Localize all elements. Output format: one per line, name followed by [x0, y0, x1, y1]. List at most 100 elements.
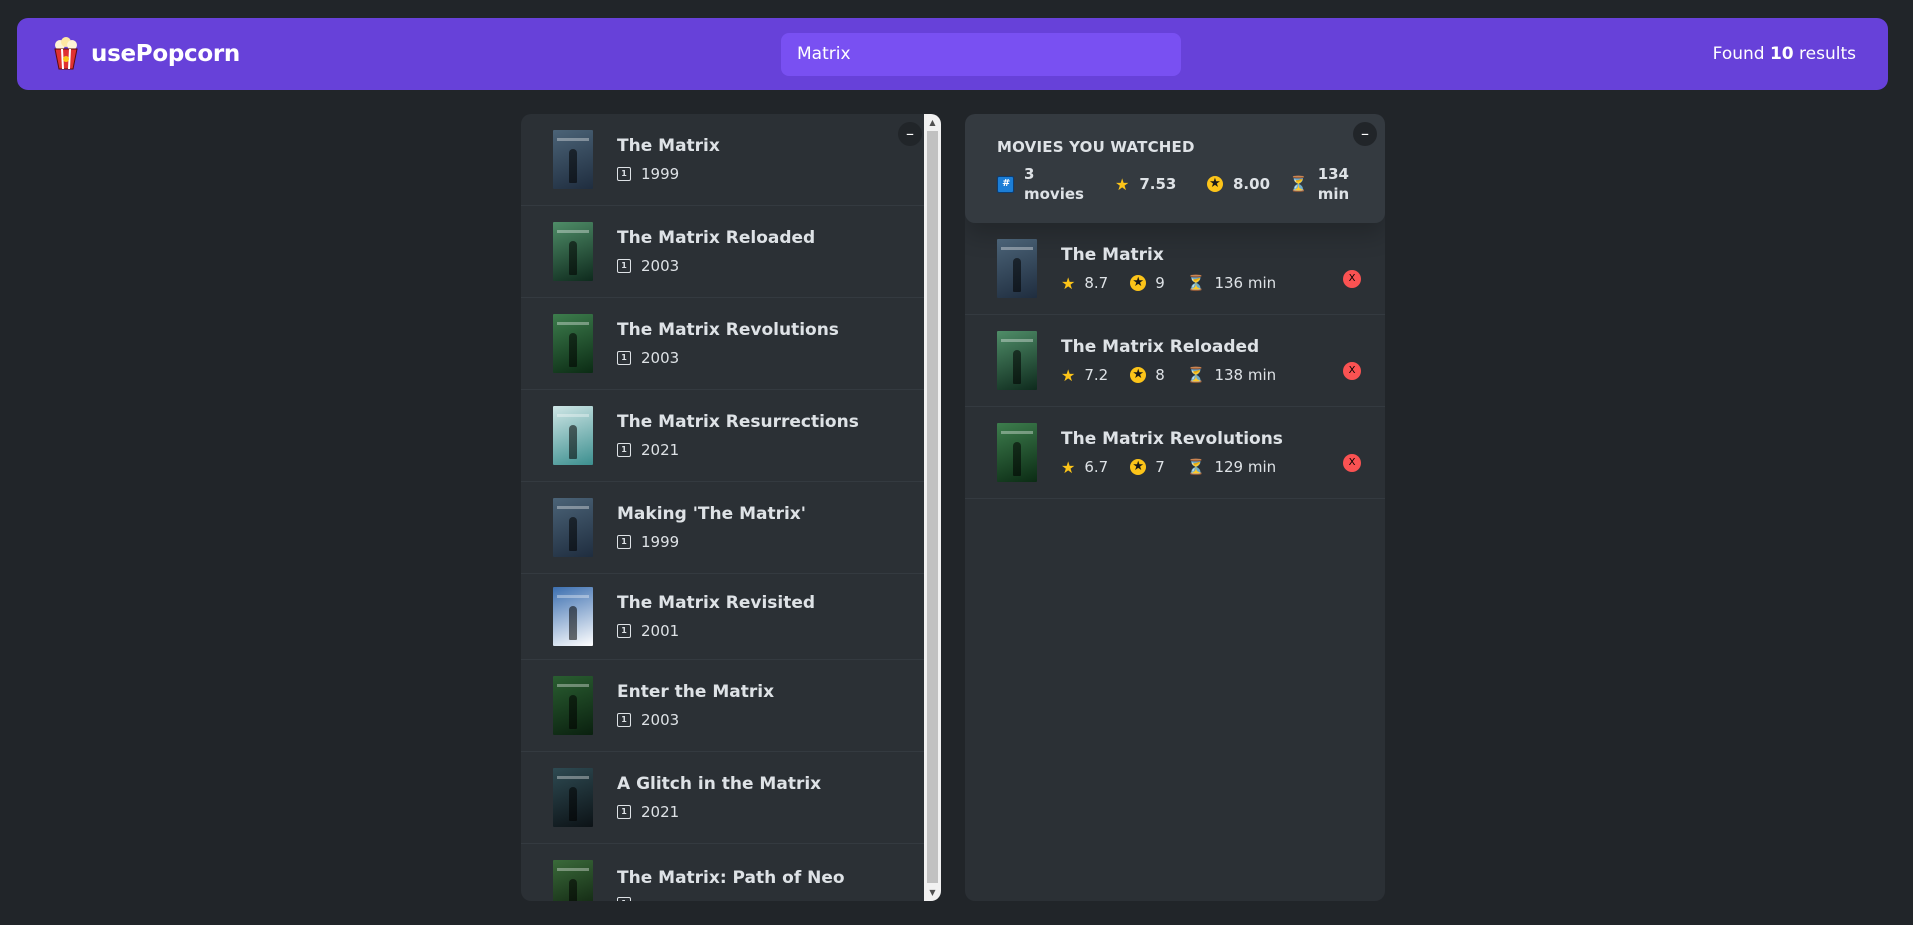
watched-box: – Movies you watched # 3 movies ★ 7.53 ★…: [965, 114, 1385, 901]
scrollbar[interactable]: ▲ ▼: [924, 114, 941, 901]
movie-info: The Matrix: Path of Neo 1: [617, 868, 845, 901]
movie-title: The Matrix Reloaded: [1061, 336, 1260, 357]
imdb-value: 6.7: [1084, 458, 1109, 476]
summary-user-rating: ★ 8.00: [1207, 175, 1289, 193]
star-dark-icon: ★: [1130, 275, 1147, 291]
user-value: 9: [1155, 274, 1165, 292]
movie-poster: [553, 860, 593, 901]
movie-info: The Matrix Resurrections 1 2021: [617, 412, 859, 459]
calendar-icon: 1: [617, 443, 631, 457]
movie-year: 1 1999: [617, 533, 806, 551]
list-item[interactable]: The Matrix Reloaded 1 2003: [521, 206, 941, 298]
hourglass-icon: ⏳: [1186, 274, 1206, 292]
year-value: 2021: [641, 803, 680, 821]
year-value: 2003: [641, 349, 680, 367]
toggle-results-button[interactable]: –: [898, 122, 922, 146]
star-icon: ★: [1061, 365, 1076, 385]
imdb-value: 8.7: [1084, 274, 1109, 292]
delete-button[interactable]: X: [1343, 269, 1361, 288]
delete-button[interactable]: X: [1343, 361, 1361, 380]
calendar-icon: 1: [617, 713, 631, 727]
avg-runtime-value: 134: [1317, 165, 1349, 183]
imdb-rating: ★ 7.2: [1061, 366, 1108, 385]
calendar-icon: 1: [617, 624, 631, 638]
movie-year: 1 2021: [617, 441, 859, 459]
movie-count-label: movies: [1024, 185, 1084, 203]
movie-poster: [997, 239, 1037, 298]
movie-title: The Matrix: [617, 136, 720, 156]
scroll-thumb[interactable]: [927, 131, 938, 883]
movie-poster: [997, 423, 1037, 482]
movie-stats: ★ 8.7 ★ 9 ⏳ 136 min: [1061, 274, 1298, 293]
movie-title: The Matrix: [1061, 244, 1164, 265]
runtime-value: 138 min: [1214, 366, 1277, 384]
user-rating: ★ 7: [1130, 458, 1165, 476]
delete-button[interactable]: X: [1343, 453, 1361, 472]
movie-poster: [553, 498, 593, 557]
imdb-rating: ★ 6.7: [1061, 458, 1108, 477]
star-dark-icon: ★: [1130, 367, 1147, 383]
movie-info: The Matrix Revolutions 1 2003: [617, 320, 839, 367]
results-suffix: results: [1799, 44, 1856, 64]
hourglass-icon: ⏳: [1289, 175, 1308, 193]
movie-poster: [553, 314, 593, 373]
watched-item[interactable]: The Matrix ★ 8.7 ★ 9 ⏳ 136 min X: [965, 223, 1385, 315]
runtime-value: 129 min: [1214, 458, 1277, 476]
toggle-watched-button[interactable]: –: [1353, 122, 1377, 146]
star-dark-icon: ★: [1130, 459, 1147, 475]
star-icon: ★: [1115, 174, 1130, 194]
list-item[interactable]: The Matrix 1 1999: [521, 114, 941, 206]
runtime-value: 136 min: [1214, 274, 1277, 292]
list-item[interactable]: The Matrix Revisited 1 2001: [521, 574, 941, 660]
movie-year: 1: [617, 897, 845, 901]
movie-stats: ★ 6.7 ★ 7 ⏳ 129 min: [1061, 458, 1298, 477]
imdb-value: 7.2: [1084, 366, 1109, 384]
scroll-down-arrow[interactable]: ▼: [924, 884, 941, 901]
search-input[interactable]: [781, 32, 1181, 76]
hash-icon: #: [997, 175, 1014, 193]
list-item[interactable]: The Matrix Revolutions 1 2003: [521, 298, 941, 390]
movie-info: The Matrix ★ 8.7 ★ 9 ⏳ 136 min: [1061, 245, 1298, 293]
movie-year: 1 2003: [617, 349, 839, 367]
scroll-up-arrow[interactable]: ▲: [924, 114, 941, 131]
app-title: usePopcorn: [91, 41, 240, 67]
watched-item[interactable]: The Matrix Reloaded ★ 7.2 ★ 8 ⏳ 138 min …: [965, 315, 1385, 407]
list-item[interactable]: Enter the Matrix 1 2003: [521, 660, 941, 752]
calendar-icon: 1: [617, 259, 631, 273]
year-value: 1999: [641, 165, 680, 183]
movie-count-value: 3: [1024, 165, 1035, 183]
watched-list: The Matrix ★ 8.7 ★ 9 ⏳ 136 min X The Mat…: [965, 223, 1385, 499]
movie-poster: [553, 587, 593, 646]
list-item[interactable]: The Matrix: Path of Neo 1: [521, 844, 941, 901]
list-item[interactable]: A Glitch in the Matrix 1 2021: [521, 752, 941, 844]
avg-runtime-text: 134 min: [1318, 164, 1349, 204]
movie-poster: [553, 222, 593, 281]
year-value: 2003: [641, 711, 680, 729]
calendar-icon: 1: [617, 351, 631, 365]
movie-stats: ★ 7.2 ★ 8 ⏳ 138 min: [1061, 366, 1298, 385]
runtime: ⏳ 138 min: [1187, 366, 1276, 384]
movie-title: The Matrix Reloaded: [617, 228, 816, 248]
navbar: usePopcorn Found 10 results: [17, 18, 1888, 90]
movie-poster: [553, 768, 593, 827]
movie-title: The Matrix Revolutions: [617, 320, 839, 340]
user-value: 7: [1155, 458, 1165, 476]
user-rating: ★ 9: [1130, 274, 1165, 292]
star-dark-icon: ★: [1207, 176, 1223, 192]
list-item[interactable]: Making 'The Matrix' 1 1999: [521, 482, 941, 574]
movie-poster: [553, 130, 593, 189]
calendar-icon: 1: [617, 897, 631, 901]
calendar-icon: 1: [617, 167, 631, 181]
watched-item[interactable]: The Matrix Revolutions ★ 6.7 ★ 7 ⏳ 129 m…: [965, 407, 1385, 499]
hourglass-icon: ⏳: [1186, 366, 1206, 384]
user-rating: ★ 8: [1130, 366, 1165, 384]
summary-imdb-rating: ★ 7.53: [1115, 175, 1207, 194]
movie-info: The Matrix Revolutions ★ 6.7 ★ 7 ⏳ 129 m…: [1061, 429, 1298, 477]
year-value: 2001: [641, 622, 680, 640]
summary-heading: Movies you watched: [997, 138, 1195, 156]
list-item[interactable]: The Matrix Resurrections 1 2021: [521, 390, 941, 482]
user-value: 8: [1155, 366, 1165, 384]
movie-year: 1 1999: [617, 165, 720, 183]
calendar-icon: 1: [617, 805, 631, 819]
results-count: Found 10 results: [1713, 44, 1856, 64]
